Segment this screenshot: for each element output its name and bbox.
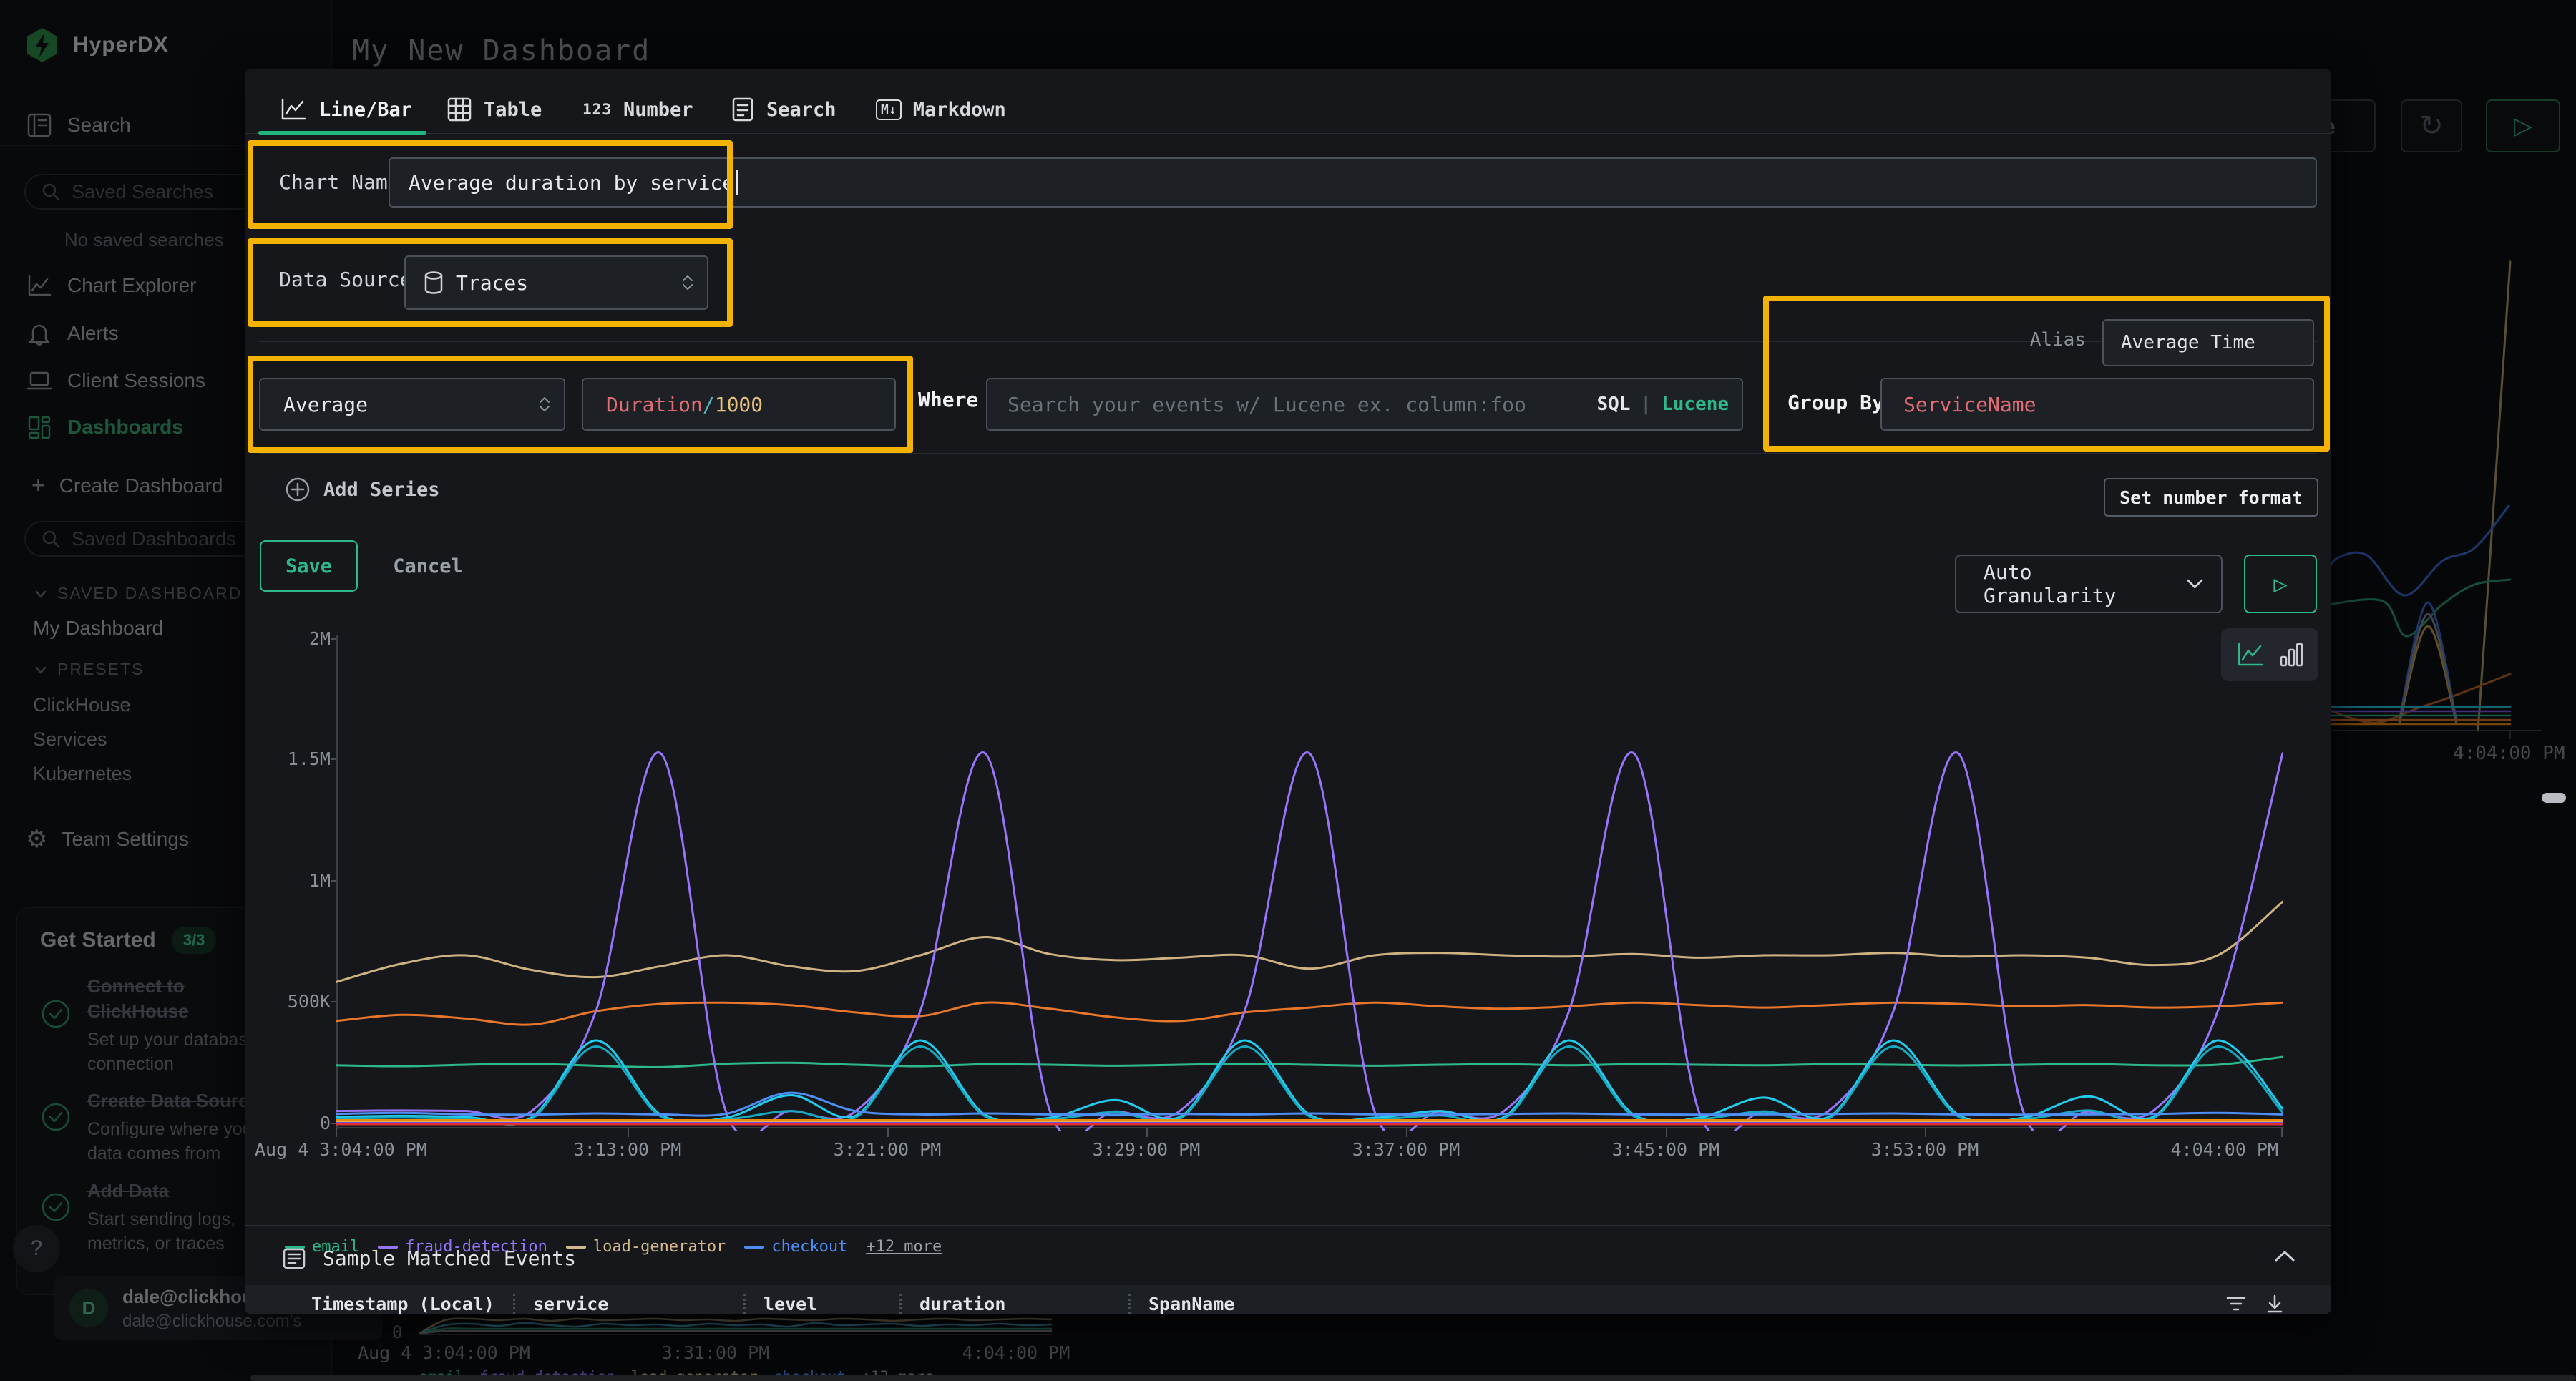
database-icon	[423, 270, 444, 295]
sample-events-table-header: Timestamp (Local) service level duration…	[245, 1285, 2331, 1314]
y-axis-label: 0	[273, 1113, 331, 1133]
collapse-chevron-icon[interactable]	[2274, 1249, 2296, 1262]
chevron-down-icon	[2186, 578, 2204, 590]
x-axis-label: 3:13:00 PM	[574, 1139, 682, 1160]
x-axis-label: 4:04:00 PM	[2171, 1139, 2279, 1160]
text-cursor	[736, 170, 738, 195]
lucene-toggle[interactable]: Lucene	[1662, 394, 1729, 415]
tab-search[interactable]: Search	[731, 86, 836, 133]
data-source-label: Data Source	[279, 268, 411, 291]
cancel-button[interactable]: Cancel	[378, 540, 478, 592]
data-source-select[interactable]: Traces	[404, 255, 708, 310]
group-by-input[interactable]: ServiceName	[1880, 378, 2314, 431]
column-header-level[interactable]: level	[743, 1285, 899, 1314]
column-header-service[interactable]: service	[513, 1285, 743, 1314]
edit-chart-modal: Line/Bar Table 123 Number Search M↓ Mark…	[245, 69, 2331, 1314]
alias-connector-line	[1763, 341, 2029, 342]
x-axis-label: 3:53:00 PM	[1871, 1139, 1979, 1160]
y-axis-label: 1.5M	[273, 748, 331, 769]
where-label: Where	[918, 388, 978, 411]
y-axis-label: 500K	[273, 991, 331, 1012]
filter-icon[interactable]	[2225, 1294, 2247, 1313]
download-icon[interactable]	[2265, 1294, 2284, 1314]
granularity-select[interactable]: Auto Granularity	[1955, 555, 2223, 613]
chart-name-label: Chart Name	[279, 170, 400, 194]
legend-item[interactable]: checkout	[744, 1238, 847, 1256]
save-button[interactable]: Save	[260, 540, 358, 592]
select-chevrons-icon	[538, 396, 551, 412]
scrollbar-thumb[interactable]	[2542, 793, 2566, 803]
legend-dash	[744, 1246, 764, 1249]
x-axis-label: 3:21:00 PM	[834, 1139, 942, 1160]
select-chevrons-icon	[681, 275, 694, 291]
chart-name-input[interactable]: Average duration by service	[389, 157, 2317, 208]
section-divider	[258, 453, 2318, 454]
document-icon	[731, 97, 755, 122]
y-axis-label: 2M	[273, 628, 331, 649]
line-bar-icon	[279, 97, 308, 122]
active-tab-indicator	[258, 131, 426, 135]
group-by-label: Group By	[1787, 391, 1884, 414]
column-header-timestamp[interactable]: Timestamp (Local)	[288, 1285, 513, 1314]
add-series-button[interactable]: Add Series	[285, 477, 440, 502]
tab-number[interactable]: 123 Number	[582, 86, 693, 133]
legend-more-link[interactable]: +12 more	[866, 1238, 942, 1256]
list-icon	[283, 1248, 306, 1269]
x-axis-label: Aug 4 3:04:00 PM	[255, 1139, 427, 1160]
column-header-duration[interactable]: duration	[899, 1285, 1128, 1314]
y-axis-label: 1M	[273, 870, 331, 891]
x-axis-label: 3:37:00 PM	[1352, 1139, 1460, 1160]
where-search-input[interactable]: Search your events w/ Lucene ex. column:…	[986, 378, 1743, 431]
sql-toggle[interactable]: SQL	[1596, 394, 1630, 415]
table-icon	[447, 97, 472, 122]
legend-item[interactable]: load-generator	[566, 1238, 726, 1256]
expression-input[interactable]: Duration/1000	[582, 378, 896, 431]
x-axis-label: 3:29:00 PM	[1093, 1139, 1201, 1160]
x-axis-label: 3:45:00 PM	[1612, 1139, 1720, 1160]
alias-input[interactable]: Average Time	[2102, 319, 2314, 366]
tab-markdown[interactable]: M↓ Markdown	[876, 86, 1006, 133]
main-chart-plot	[336, 630, 2283, 1131]
plus-circle-icon	[285, 477, 311, 502]
run-query-button[interactable]: ▷	[2244, 555, 2317, 613]
column-header-spanname[interactable]: SpanName	[1128, 1285, 2009, 1314]
section-divider	[245, 1225, 2331, 1226]
tab-table[interactable]: Table	[447, 86, 542, 133]
aggregation-select[interactable]: Average	[259, 378, 565, 431]
play-icon: ▷	[2273, 572, 2287, 595]
alias-label: Alias	[2025, 329, 2086, 351]
tabs-divider	[245, 133, 2331, 134]
sample-events-header[interactable]: Sample Matched Events	[283, 1246, 576, 1270]
tab-line-bar[interactable]: Line/Bar	[279, 86, 412, 133]
number-123-icon: 123	[582, 101, 612, 118]
set-number-format-button[interactable]: Set number format	[2104, 478, 2318, 517]
markdown-icon: M↓	[876, 99, 902, 120]
app-root: My New Dashboard Save ↻ ▷ HyperDX Search…	[0, 0, 2576, 1381]
